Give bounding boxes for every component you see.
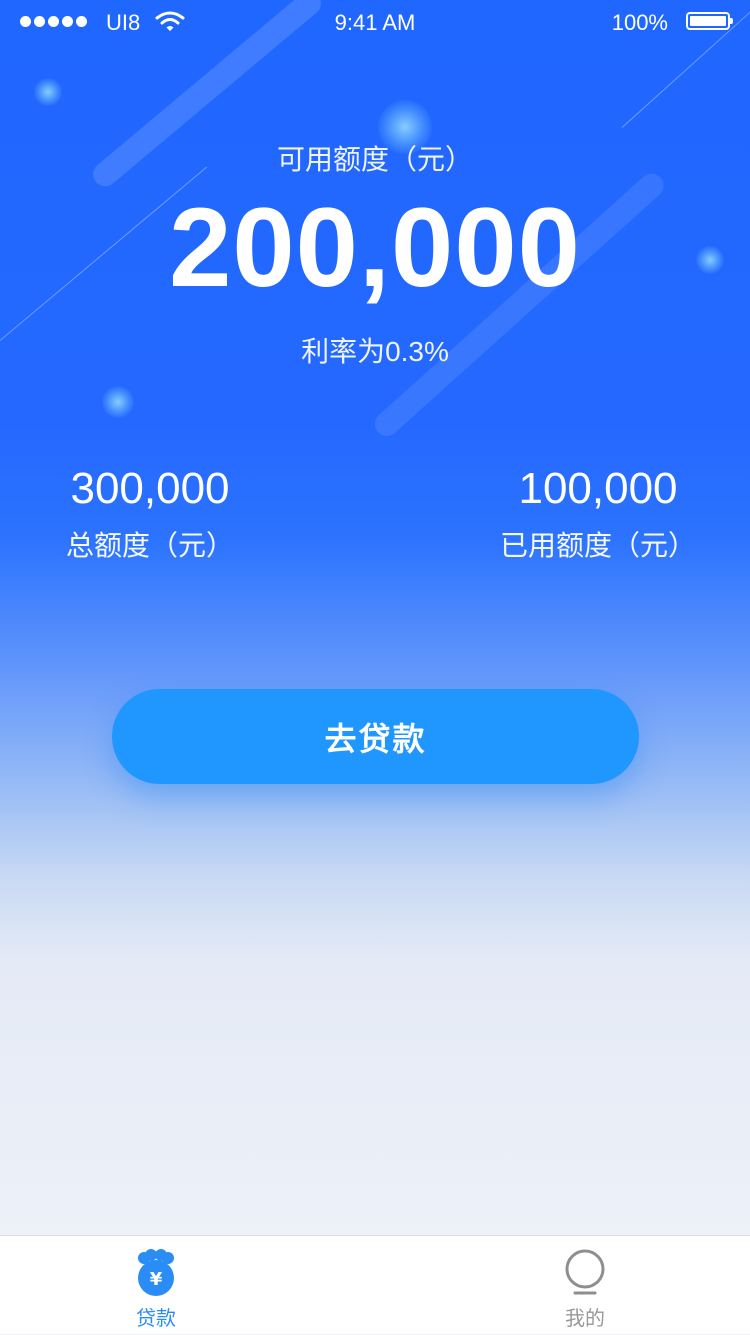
total-credit-stat: 300,000 总额度（元）	[40, 464, 260, 564]
tab-mine-label: 我的	[565, 1308, 605, 1330]
decorative-glow	[102, 386, 134, 418]
tab-bar: ¥ 贷款 我的	[0, 1235, 750, 1334]
apply-loan-button[interactable]: 去贷款	[112, 689, 639, 784]
tab-loan[interactable]: ¥ 贷款	[66, 1236, 246, 1335]
battery-percentage: 100%	[611, 10, 668, 35]
profile-icon	[565, 1249, 605, 1295]
available-credit-amount: 200,000	[169, 185, 581, 310]
interest-rate-text: 利率为0.3%	[301, 336, 449, 367]
tab-mine[interactable]: 我的	[495, 1236, 675, 1335]
battery-icon	[686, 12, 733, 30]
tab-loan-label: 贷款	[136, 1308, 176, 1330]
used-credit-stat: 100,000 已用额度（元）	[488, 464, 708, 564]
used-credit-amount: 100,000	[518, 464, 678, 513]
svg-text:¥: ¥	[150, 1269, 163, 1290]
used-credit-label: 已用额度（元）	[499, 530, 696, 561]
money-bag-icon: ¥	[138, 1249, 174, 1296]
total-credit-amount: 300,000	[70, 464, 230, 513]
available-credit-label: 可用额度（元）	[276, 144, 473, 175]
status-bar: UI8 9:41 AM 100%	[0, 0, 750, 44]
total-credit-label: 总额度（元）	[65, 530, 234, 561]
decorative-glow	[34, 78, 62, 106]
